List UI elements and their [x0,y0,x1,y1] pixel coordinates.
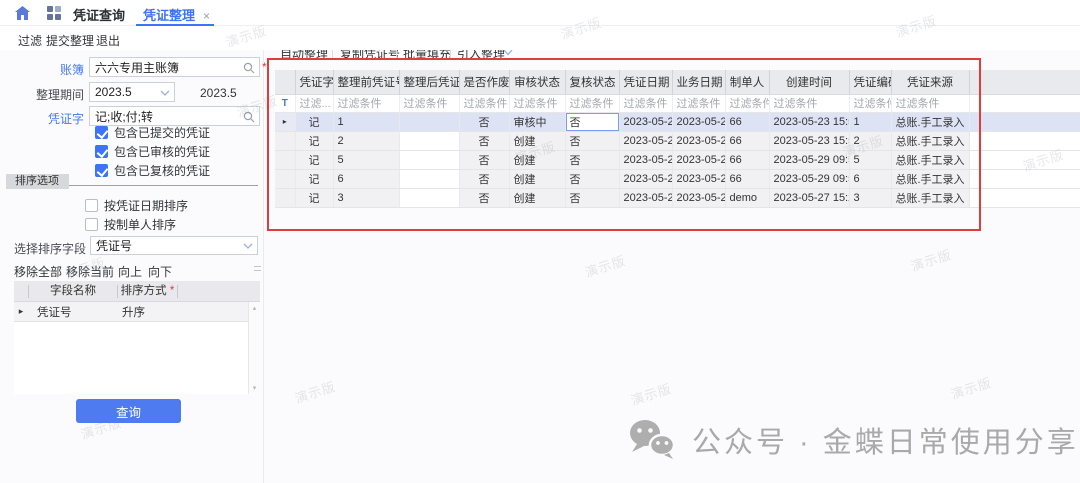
checkbox-include-submitted[interactable]: 包含已提交的凭证 [95,124,210,141]
filter-cell[interactable]: 过滤条件 [891,94,969,112]
voucher-table: 凭证字 整理前凭证号 整理后凭证号 是否作废 审核状态 复核状态 凭证日期 业务… [275,70,1080,208]
chevron-down-icon[interactable] [243,240,253,252]
sort-grid-row[interactable]: ▸ 凭证号 升序 [14,302,260,322]
checkbox-icon [85,199,98,212]
col-header[interactable]: 制单人 [725,70,769,94]
checkbox-sort-by-preparer[interactable]: 按制单人排序 [85,216,176,233]
sort-field-select[interactable]: 凭证号 [90,236,258,255]
col-header[interactable]: 审核状态 [509,70,565,94]
watermark: 演示版 [908,244,954,275]
move-down-button[interactable]: 向下 [148,263,172,280]
table-row[interactable]: ▸ 记 1 否 审核中 否 2023-05-23 2023-05-23 66 2… [275,112,1080,131]
apps-grid-icon[interactable] [47,6,61,20]
watermark: 演示版 [582,250,628,281]
row-indicator-icon: ▸ [275,112,295,131]
checkbox-icon [85,218,98,231]
col-header[interactable]: 整理后凭证号 [399,70,459,94]
footer-text: 公众号 · 金蝶日常使用分享 [692,419,1079,461]
search-icon[interactable] [243,62,255,74]
main-toolbar: 过滤 提交整理 退出 [0,26,1080,50]
chevron-down-icon[interactable] [160,87,170,99]
focused-cell[interactable]: 否 [565,112,619,131]
table-row[interactable]: 记 5 否 创建 否 2023-05-29 2023-05-29 66 2023… [275,150,1080,169]
sort-grid-header: 字段名称 排序方式 * [14,281,260,302]
table-row[interactable]: 记 2 否 创建 否 2023-05-23 2023-05-23 66 2023… [275,131,1080,150]
account-book-field[interactable]: 六六专用主账簿 [89,57,260,77]
filter-cell[interactable]: 过滤条件 [399,94,459,112]
footer-branding: 公众号 · 金蝶日常使用分享 [628,419,1079,461]
filter-button[interactable]: 过滤 [18,32,42,49]
filter-cell[interactable]: 过滤条件 [725,94,769,112]
col-header[interactable]: 复核状态 [565,70,619,94]
sort-grid-header-field[interactable]: 字段名称 [28,285,117,298]
account-book-label: 账簿 [0,61,84,78]
tab-bar: 凭证查询 凭证整理× [0,0,1080,26]
checkbox-include-audited[interactable]: 包含已审核的凭证 [95,143,210,160]
col-header[interactable]: 创建时间 [769,70,849,94]
filter-cell[interactable]: 过滤条件 [672,94,725,112]
home-icon[interactable] [15,6,30,25]
exit-button[interactable]: 退出 [96,32,120,49]
period-select[interactable]: 2023.5 [89,82,175,102]
watermark: 演示版 [292,376,338,407]
table-row[interactable]: 记 3 否 创建 否 2023-05-23 2023-05-23 demo 20… [275,188,1080,207]
move-up-button[interactable]: 向上 [118,263,142,280]
filter-cell[interactable]: 过滤条件 [619,94,672,112]
scroll-up-icon[interactable]: ▴ [249,304,260,312]
submit-organize-button[interactable]: 提交整理 [46,32,94,49]
panel-resize-handle[interactable] [254,266,261,271]
close-icon[interactable]: × [203,9,210,23]
panel-divider [263,44,264,483]
filter-row: T 过滤... 过滤条件 过滤条件 过滤条件 过滤条件 过滤条件 过滤条件 过滤… [275,94,1080,112]
voucher-word-field[interactable]: 记;收;付;转 [89,106,260,126]
voucher-word-label: 凭证字 [0,110,84,127]
col-header[interactable]: 整理前凭证号 [333,70,399,94]
tab-voucher-query[interactable]: 凭证查询 [73,5,125,24]
row-indicator-icon: ▸ [14,306,28,317]
required-mark: * [262,60,267,74]
filter-cell[interactable]: 过滤条件 [565,94,619,112]
filter-cell[interactable]: 过滤条件 [769,94,849,112]
filter-cell[interactable]: 过滤条件 [849,94,891,112]
col-header[interactable]: 凭证日期 [619,70,672,94]
checkbox-icon [95,145,108,158]
filter-cell[interactable]: 过滤条件 [509,94,565,112]
watermark: 演示版 [628,378,674,409]
checkbox-icon [95,126,108,139]
remove-current-button[interactable]: 移除当前 [66,263,114,280]
scrollbar[interactable]: ▴▾ [248,302,260,394]
chevron-down-icon[interactable] [503,49,513,57]
sort-options-section-header: 排序选项 [6,171,258,186]
search-icon[interactable] [243,111,255,123]
scroll-down-icon[interactable]: ▾ [249,384,260,392]
watermark: 演示版 [948,372,994,403]
checkbox-sort-by-date[interactable]: 按凭证日期排序 [85,197,188,214]
col-header[interactable]: 凭证字 [295,70,333,94]
query-button[interactable]: 查询 [76,399,181,423]
col-header[interactable]: 凭证编码 [849,70,891,94]
remove-all-button[interactable]: 移除全部 [14,263,62,280]
filter-cell[interactable]: 过滤条件 [459,94,509,112]
active-tab-underline [136,24,214,26]
filter-cell[interactable]: 过滤... [295,94,333,112]
period-display: 2023.5 [200,86,237,100]
col-header[interactable]: 业务日期 [672,70,725,94]
tab-voucher-organize[interactable]: 凭证整理× [143,5,210,24]
table-row[interactable]: 记 6 否 创建 否 2023-05-29 2023-05-29 66 2023… [275,169,1080,188]
sort-field-label: 选择排序字段 [2,240,86,257]
filter-cell[interactable]: 过滤条件 [333,94,399,112]
col-header[interactable]: 凭证来源 [891,70,969,94]
table-header-row: 凭证字 整理前凭证号 整理后凭证号 是否作废 审核状态 复核状态 凭证日期 业务… [275,70,1080,94]
sort-grid-header-order[interactable]: 排序方式 * [117,285,177,298]
wechat-icon [628,419,678,461]
period-label: 整理期间 [0,86,84,103]
sort-fields-grid: 字段名称 排序方式 * ▸ 凭证号 升序 ▴▾ [14,281,260,394]
col-header[interactable]: 是否作废 [459,70,509,94]
filter-icon[interactable]: T [275,94,295,112]
